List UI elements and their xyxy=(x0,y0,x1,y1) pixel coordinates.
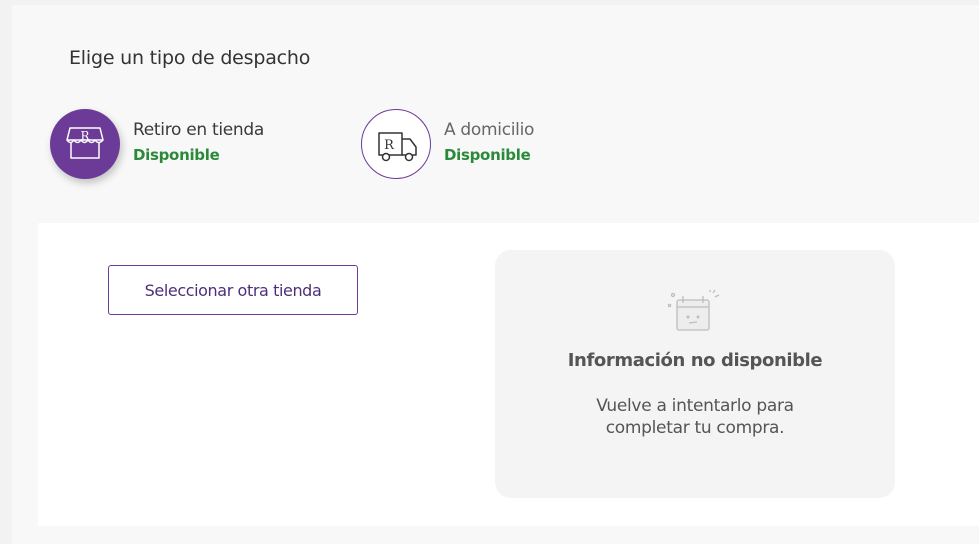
store-option-status: Disponible xyxy=(133,146,220,164)
page-title: Elige un tipo de despacho xyxy=(69,47,311,69)
select-other-store-button[interactable]: Seleccionar otra tienda xyxy=(108,265,358,315)
store-icon: R xyxy=(66,127,104,159)
home-option-status: Disponible xyxy=(444,146,531,164)
store-option-circle[interactable]: R xyxy=(50,109,120,179)
truck-icon: R xyxy=(378,132,417,162)
info-message: Vuelve a intentarlo para completar tu co… xyxy=(596,396,794,438)
store-option-label: Retiro en tienda xyxy=(133,120,264,140)
svg-text:R: R xyxy=(384,138,395,153)
home-option-circle[interactable]: R xyxy=(361,109,431,179)
sad-calendar-icon xyxy=(667,290,720,331)
info-unavailable-card: Información no disponible Vuelve a inten… xyxy=(495,250,895,498)
store-content: Seleccionar otra tienda Información no d… xyxy=(38,223,979,526)
home-option-label: A domicilio xyxy=(444,120,535,140)
svg-text:R: R xyxy=(80,129,90,143)
info-title: Información no disponible xyxy=(567,350,823,371)
